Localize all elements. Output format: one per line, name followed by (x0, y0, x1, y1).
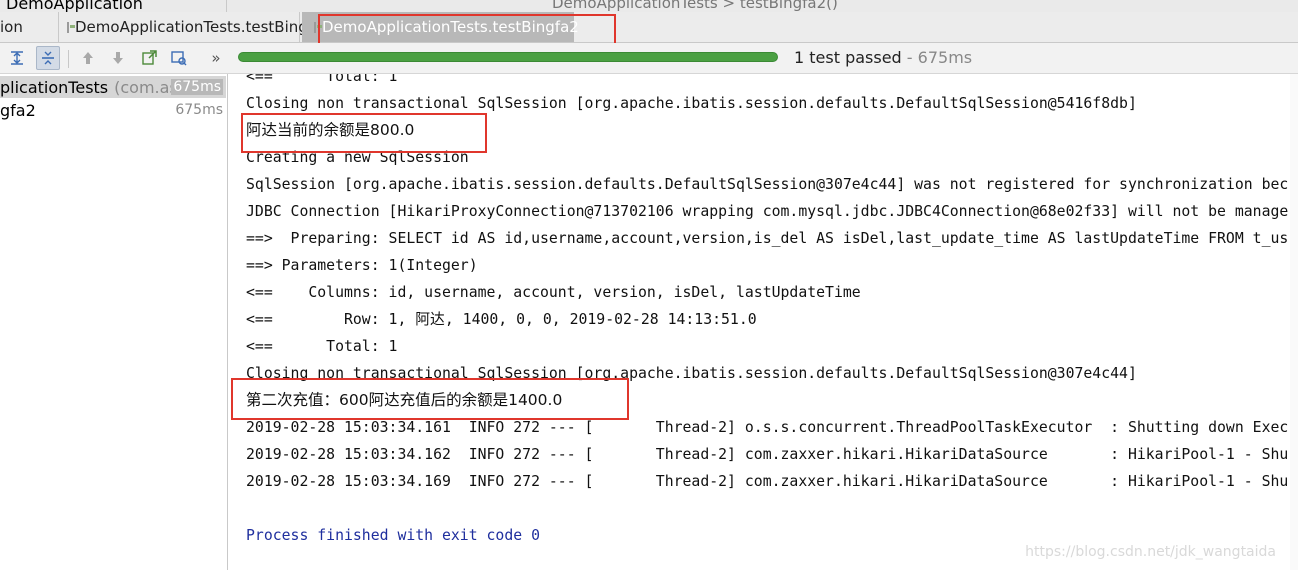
export-icon (142, 50, 157, 65)
console-line: SqlSession [org.apache.ibatis.session.de… (246, 176, 1289, 193)
tab-testBingfa2[interactable]: DemoApplicationTests.testBingfa2 (302, 12, 579, 42)
console-line: JDBC Connection [HikariProxyConnection@7… (246, 203, 1289, 220)
tree-item-duration: 675ms (171, 79, 223, 95)
test-status-time: - 675ms (901, 48, 973, 67)
tab-label: ion (0, 18, 23, 36)
test-results-tree: plicationTests (com.ashua 675ms gfa2 675… (0, 74, 228, 570)
run-tabs-bar: ion DemoApplicationTests.testBingfa Demo… (0, 12, 1298, 43)
tab-truncated[interactable]: ion (0, 12, 59, 42)
toolbar-separator (68, 50, 69, 68)
console-line: Closing non transactional SqlSession [or… (246, 365, 1137, 382)
console-line: 2019-02-28 15:03:34.162 INFO 272 --- [ T… (246, 446, 1289, 463)
project-name: DemoApplication (6, 0, 143, 12)
tab-label: DemoApplicationTests.testBingfa2 (322, 18, 579, 36)
arrow-up-icon (83, 52, 93, 64)
watermark: https://blog.csdn.net/jdk_wangtaida (1025, 544, 1276, 560)
more-actions-button[interactable]: » (204, 46, 228, 70)
divider (226, 0, 227, 12)
tree-item-duration: 675ms (175, 102, 223, 118)
tab-testBingfa[interactable]: DemoApplicationTests.testBingfa (59, 12, 322, 42)
console-line-process-exit: Process finished with exit code 0 (246, 527, 540, 544)
tree-item-label: plicationTests (0, 77, 109, 97)
previous-failed-button[interactable] (76, 46, 100, 70)
test-progress-bar (238, 52, 778, 62)
test-status-text: 1 test passed (794, 48, 902, 67)
console-line: <== Total: 1 (246, 338, 398, 355)
console-line: ==> Parameters: 1(Integer) (246, 257, 478, 274)
console-line: 第二次充值：600阿达充值后的余额是1400.0 (246, 391, 563, 409)
collapse-all-icon (42, 51, 54, 65)
tree-item-test-method[interactable]: gfa2 675ms (0, 99, 226, 121)
next-failed-button[interactable] (106, 46, 130, 70)
top-breadcrumb-strip: DemoApplication DemoApplicationTests > t… (0, 0, 1298, 12)
arrow-down-icon (113, 52, 123, 64)
tree-item-test-class[interactable]: plicationTests (com.ashua 675ms (0, 76, 226, 98)
tree-item-label: gfa2 (0, 100, 36, 120)
breadcrumb: DemoApplicationTests > testBingfa2() (552, 0, 838, 12)
expand-all-icon (11, 51, 23, 65)
console-output[interactable]: <== Total: 1 Closing non transactional S… (228, 74, 1298, 570)
collapse-all-button[interactable] (36, 46, 60, 70)
run-config-icon (67, 21, 75, 33)
console-line: 2019-02-28 15:03:34.161 INFO 272 --- [ T… (246, 419, 1289, 436)
import-results-button[interactable] (167, 46, 191, 70)
console-line: <== Row: 1, 阿达, 1400, 0, 0, 2019-02-28 1… (246, 311, 757, 328)
console-line: ==> Preparing: SELECT id AS id,username,… (246, 230, 1289, 247)
import-icon (171, 51, 187, 66)
expand-all-button[interactable] (5, 46, 29, 70)
console-line: Creating a new SqlSession (246, 149, 469, 166)
test-status: 1 test passed - 675ms (794, 48, 972, 67)
console-scrollbar[interactable] (1290, 74, 1298, 570)
run-config-icon (314, 21, 322, 33)
export-results-button[interactable] (137, 46, 161, 70)
tab-label: DemoApplicationTests.testBingfa (75, 18, 323, 36)
console-line: <== Total: 1 (246, 74, 398, 85)
console-line: 阿达当前的余额是800.0 (246, 121, 415, 139)
console-line: Closing non transactional SqlSession [or… (246, 95, 1137, 112)
console-line: <== Columns: id, username, account, vers… (246, 284, 861, 301)
console-line: 2019-02-28 15:03:34.169 INFO 272 --- [ T… (246, 473, 1289, 490)
